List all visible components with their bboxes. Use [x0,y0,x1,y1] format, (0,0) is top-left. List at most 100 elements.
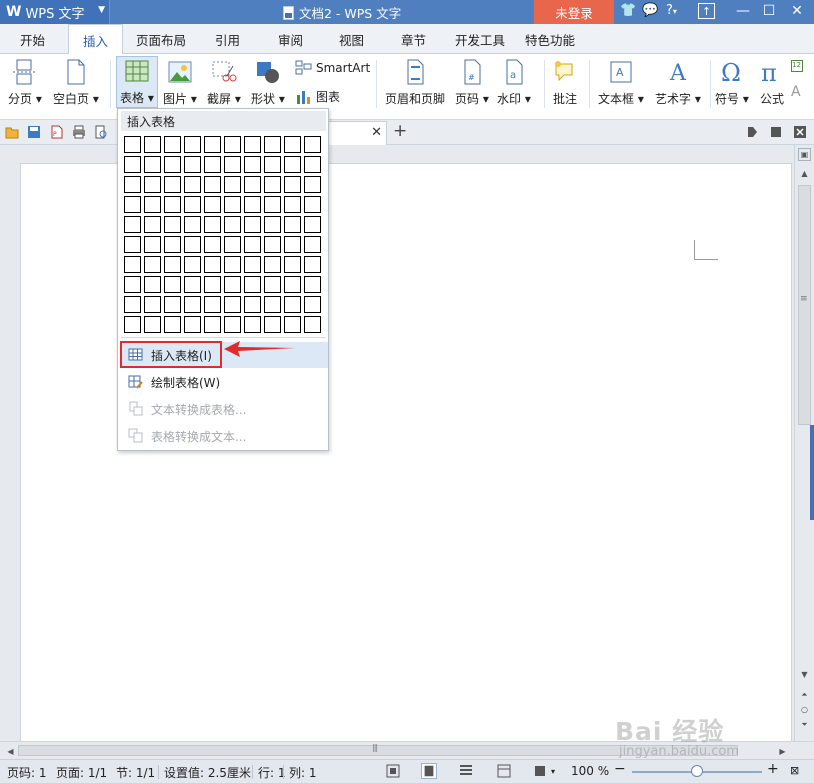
table-grid-cell[interactable] [144,196,161,213]
tab-chapter[interactable]: 章节 [401,24,426,54]
scroll-down-arrow-icon[interactable]: ▼ [798,668,811,681]
text-to-table-menu-item[interactable]: 文本转换成表格... [121,396,328,422]
table-grid-cell[interactable] [184,196,201,213]
table-grid-cell[interactable] [304,216,321,233]
tab-developer[interactable]: 开发工具 [455,24,505,54]
table-size-grid[interactable] [124,136,323,333]
draw-table-menu-item[interactable]: 绘制表格(W) [121,369,328,395]
watermark-button[interactable]: a 水印 ▾ [497,58,531,107]
table-grid-cell[interactable] [204,196,221,213]
table-grid-cell[interactable] [164,276,181,293]
table-grid-cell[interactable] [124,216,141,233]
table-grid-cell[interactable] [264,196,281,213]
save-icon[interactable] [27,125,41,139]
table-grid-cell[interactable] [304,196,321,213]
app-menu-button[interactable]: W WPS 文字 ▼ [0,0,110,24]
table-grid-cell[interactable] [164,316,181,333]
table-grid-cell[interactable] [304,236,321,253]
table-grid-cell[interactable] [204,316,221,333]
table-grid-cell[interactable] [184,176,201,193]
chat-icon[interactable]: 💬 [642,3,658,18]
next-page-icon[interactable]: ⏷ [798,718,811,731]
table-grid-cell[interactable] [304,176,321,193]
shape-button[interactable]: 形状 ▾ [251,58,285,107]
tab-special[interactable]: 特色功能 [525,24,575,54]
close-icon[interactable]: ✕ [787,2,807,20]
table-grid-cell[interactable] [304,316,321,333]
table-grid-cell[interactable] [204,176,221,193]
table-grid-cell[interactable] [184,276,201,293]
table-grid-cell[interactable] [284,176,301,193]
table-grid-cell[interactable] [164,136,181,153]
symbol-button[interactable]: Ω 符号 ▾ [715,58,749,107]
table-grid-cell[interactable] [184,136,201,153]
table-grid-cell[interactable] [284,256,301,273]
tab-page-layout[interactable]: 页面布局 [136,24,186,54]
more-tools-icon[interactable]: A [791,84,801,100]
outline-view-icon[interactable] [458,763,474,779]
table-grid-cell[interactable] [264,136,281,153]
help-icon[interactable]: ?▾ [666,3,677,18]
table-grid-cell[interactable] [124,196,141,213]
table-grid-cell[interactable] [224,196,241,213]
table-grid-cell[interactable] [164,256,181,273]
blank-page-button[interactable]: 空白页 ▾ [53,58,99,107]
table-grid-cell[interactable] [304,156,321,173]
table-grid-cell[interactable] [244,196,261,213]
scroll-left-arrow-icon[interactable]: ◀ [4,745,17,758]
chevron-down-icon[interactable]: ▾ [551,767,555,776]
close-panel-icon[interactable] [793,125,807,139]
table-grid-cell[interactable] [124,156,141,173]
table-grid-cell[interactable] [284,216,301,233]
table-grid-cell[interactable] [164,236,181,253]
horizontal-scrollbar[interactable]: ◀ ▶ [0,741,814,759]
table-grid-cell[interactable] [164,196,181,213]
table-grid-cell[interactable] [124,176,141,193]
table-grid-cell[interactable] [124,296,141,313]
tab-review[interactable]: 审阅 [278,24,303,54]
table-grid-cell[interactable] [244,236,261,253]
zoom-level[interactable]: 100 % [571,764,609,778]
table-grid-cell[interactable] [304,136,321,153]
table-grid-cell[interactable] [184,236,201,253]
table-grid-cell[interactable] [204,256,221,273]
table-grid-cell[interactable] [184,296,201,313]
review-mode-icon[interactable] [745,125,759,139]
table-grid-cell[interactable] [224,316,241,333]
word-art-button[interactable]: A 艺术字 ▾ [655,58,701,107]
formula-button[interactable]: π 公式 [759,58,785,107]
table-grid-cell[interactable] [284,296,301,313]
scroll-up-arrow-icon[interactable]: ▲ [798,167,811,180]
table-grid-cell[interactable] [284,316,301,333]
page-break-button[interactable]: 分页 ▾ [8,58,42,107]
table-grid-cell[interactable] [124,256,141,273]
page-view-icon[interactable] [421,763,437,779]
table-grid-cell[interactable] [244,216,261,233]
table-grid-cell[interactable] [224,236,241,253]
table-grid-cell[interactable] [124,316,141,333]
open-folder-icon[interactable] [5,125,19,139]
table-grid-cell[interactable] [144,176,161,193]
table-grid-cell[interactable] [304,256,321,273]
tab-view[interactable]: 视图 [339,24,364,54]
table-grid-cell[interactable] [224,216,241,233]
table-grid-cell[interactable] [144,216,161,233]
scroll-top-icon[interactable]: ▣ [798,148,811,161]
more-tools-icon[interactable]: 12 [791,60,803,72]
table-grid-cell[interactable] [224,156,241,173]
table-grid-cell[interactable] [264,156,281,173]
table-grid-cell[interactable] [184,256,201,273]
table-grid-cell[interactable] [204,216,221,233]
table-grid-cell[interactable] [304,276,321,293]
table-grid-cell[interactable] [204,236,221,253]
page-number-button[interactable]: # 页码 ▾ [455,58,489,107]
table-grid-cell[interactable] [144,236,161,253]
table-grid-cell[interactable] [284,196,301,213]
table-grid-cell[interactable] [224,296,241,313]
table-grid-cell[interactable] [264,256,281,273]
side-panel-handle[interactable] [810,425,814,520]
table-grid-cell[interactable] [244,276,261,293]
horizontal-scroll-thumb[interactable] [18,743,738,756]
table-grid-cell[interactable] [204,296,221,313]
previous-page-icon[interactable]: ⏶ [798,688,811,701]
